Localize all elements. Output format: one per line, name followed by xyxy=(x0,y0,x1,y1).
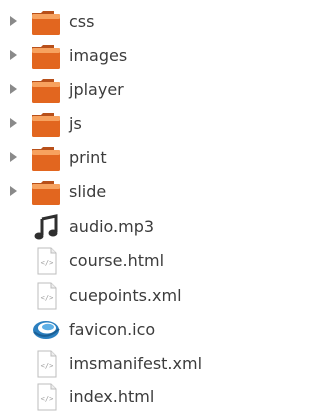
folder-icon xyxy=(32,11,60,35)
tree-item-label: cuepoints.xml xyxy=(69,286,182,305)
svg-text:</>: </> xyxy=(41,362,54,370)
tree-row-index-html[interactable]: </> index.html xyxy=(0,381,288,413)
file-tree: css images jplayer js print slide audio.… xyxy=(0,0,288,415)
tree-item-label: js xyxy=(69,114,82,133)
folder-icon xyxy=(32,147,60,171)
folder-icon xyxy=(32,113,60,137)
tree-item-label: course.html xyxy=(69,251,165,270)
tree-item-label: favicon.ico xyxy=(69,320,156,339)
folder-icon xyxy=(32,181,60,205)
tree-row-print[interactable]: print xyxy=(0,142,288,174)
tree-row-js[interactable]: js xyxy=(0,108,288,140)
svg-text:</>: </> xyxy=(41,294,54,302)
html-file-icon: </> xyxy=(37,247,57,275)
favicon-image-icon xyxy=(33,321,60,339)
tree-row-audio-mp3[interactable]: audio.mp3 xyxy=(0,211,288,243)
tree-row-course-html[interactable]: </> course.html xyxy=(0,245,288,277)
expand-arrow-icon[interactable] xyxy=(10,84,17,94)
tree-row-cuepoints-xml[interactable]: </> cuepoints.xml xyxy=(0,280,288,312)
expand-arrow-icon[interactable] xyxy=(10,16,17,26)
tree-row-images[interactable]: images xyxy=(0,40,288,72)
tree-item-label: css xyxy=(69,12,95,31)
tree-row-slide[interactable]: slide xyxy=(0,176,288,208)
svg-text:</>: </> xyxy=(41,395,54,403)
expand-arrow-icon[interactable] xyxy=(10,118,17,128)
xml-file-icon: </> xyxy=(37,282,57,310)
folder-icon xyxy=(32,45,60,69)
tree-item-label: audio.mp3 xyxy=(69,217,155,236)
tree-row-jplayer[interactable]: jplayer xyxy=(0,74,288,106)
tree-item-label: print xyxy=(69,148,107,167)
tree-item-label: jplayer xyxy=(69,80,124,99)
folder-icon xyxy=(32,79,60,103)
audio-file-icon xyxy=(34,214,58,240)
tree-row-imsmanifest-xml[interactable]: </> imsmanifest.xml xyxy=(0,348,288,380)
xml-file-icon: </> xyxy=(37,350,57,378)
tree-item-label: index.html xyxy=(69,387,155,406)
expand-arrow-icon[interactable] xyxy=(10,50,17,60)
tree-item-label: slide xyxy=(69,182,107,201)
svg-text:</>: </> xyxy=(41,259,54,267)
tree-item-label: imsmanifest.xml xyxy=(69,354,203,373)
tree-row-css[interactable]: css xyxy=(0,6,288,38)
tree-item-label: images xyxy=(69,46,128,65)
expand-arrow-icon[interactable] xyxy=(10,186,17,196)
tree-row-favicon-ico[interactable]: favicon.ico xyxy=(0,314,288,346)
html-file-icon: </> xyxy=(37,383,57,411)
expand-arrow-icon[interactable] xyxy=(10,152,17,162)
